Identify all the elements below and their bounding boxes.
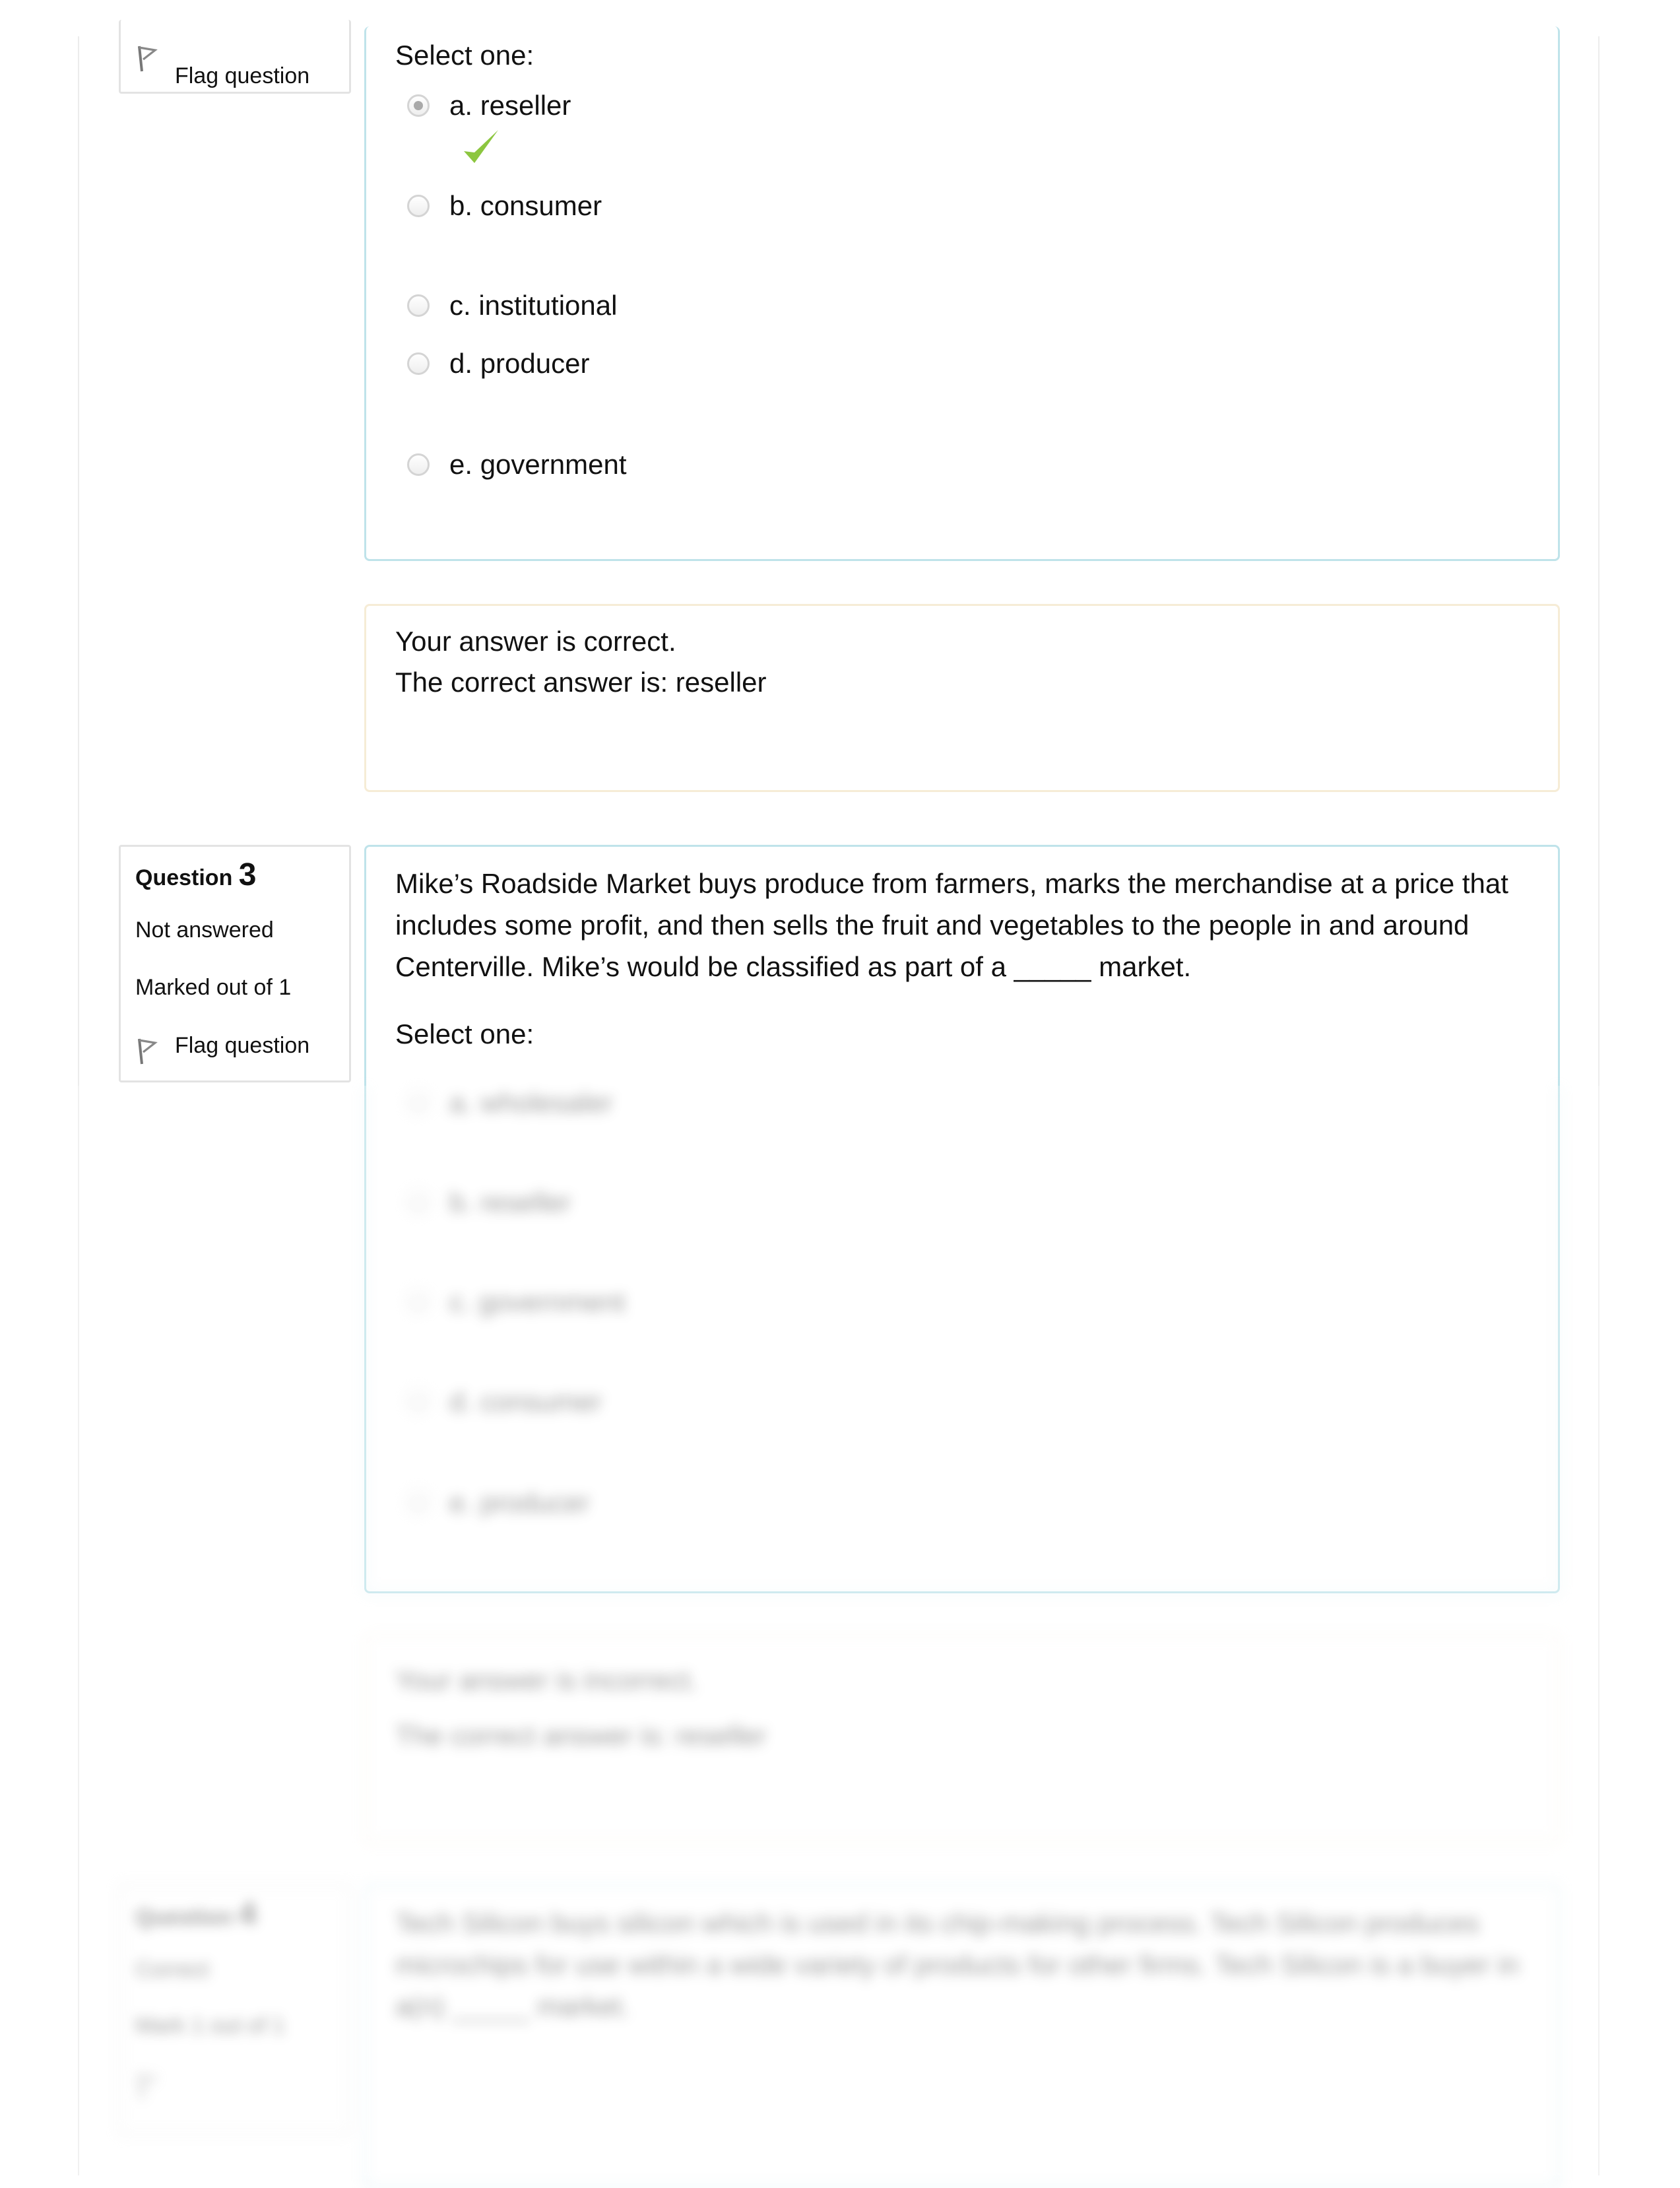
- question-2-feedback: Your answer is correct. The correct answ…: [364, 604, 1560, 792]
- radio-c[interactable]: [407, 294, 430, 317]
- select-one-label: Select one:: [395, 1018, 534, 1049]
- feedback-correct-answer: The correct answer is: reseller: [395, 667, 767, 698]
- question-state: Not answered: [135, 917, 274, 943]
- flag-question-label: Flag question: [175, 1033, 310, 1058]
- flag-question-label: Flag question: [175, 63, 310, 88]
- flag-icon: [138, 46, 158, 72]
- option-label: d. producer: [449, 348, 590, 379]
- correct-check-icon: [464, 130, 498, 163]
- radio-d[interactable]: [407, 352, 430, 375]
- radio-b[interactable]: [407, 195, 430, 217]
- question-text: Mike’s Roadside Market buys produce from…: [395, 868, 1508, 982]
- question-3-info: Question 3 Not answered Marked out of 1 …: [119, 845, 351, 1082]
- question-title: Question 3: [135, 857, 257, 892]
- option-label: a. reseller: [449, 90, 571, 121]
- select-one-label: Select one:: [395, 40, 534, 71]
- option-label: e. government: [449, 449, 627, 480]
- blur-overlay: [0, 1086, 1680, 2175]
- question-mark: Marked out of 1: [135, 975, 292, 1000]
- radio-a[interactable]: [407, 94, 430, 117]
- question-2-content: Select one: a. reseller b. consumer c. i…: [364, 26, 1560, 561]
- radio-e[interactable]: [407, 453, 430, 476]
- flag-icon: [138, 1038, 158, 1065]
- feedback-result: Your answer is correct.: [395, 626, 676, 657]
- option-label: c. institutional: [449, 290, 618, 321]
- option-label: b. consumer: [449, 190, 602, 221]
- question-2-info: Flag question: [119, 20, 351, 94]
